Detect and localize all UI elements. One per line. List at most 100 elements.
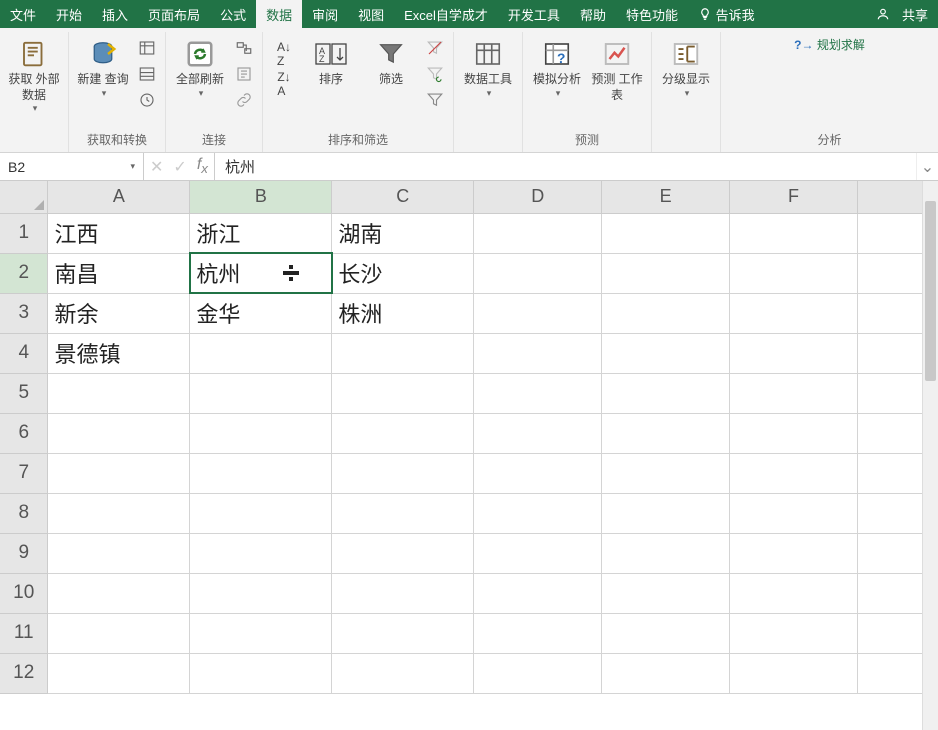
cell-E9[interactable] <box>602 533 730 573</box>
new-query-button[interactable]: 新建 查询 <box>75 36 131 99</box>
cell-B9[interactable] <box>190 533 332 573</box>
menu-tab-review[interactable]: 审阅 <box>302 0 348 28</box>
cell-C5[interactable] <box>332 373 474 413</box>
cell-D5[interactable] <box>474 373 602 413</box>
col-header-A[interactable]: A <box>48 181 190 213</box>
cell-E4[interactable] <box>602 333 730 373</box>
row-header-1[interactable]: 1 <box>0 213 48 253</box>
row-header-12[interactable]: 12 <box>0 653 48 693</box>
row-header-6[interactable]: 6 <box>0 413 48 453</box>
cell-A8[interactable] <box>48 493 190 533</box>
solver-link[interactable]: ?→ 规划求解 <box>794 38 865 52</box>
cell-E12[interactable] <box>602 653 730 693</box>
cell-B8[interactable] <box>190 493 332 533</box>
cell-F6[interactable] <box>730 413 858 453</box>
cell-D8[interactable] <box>474 493 602 533</box>
col-header-E[interactable]: E <box>602 181 730 213</box>
refresh-all-button[interactable]: 全部刷新 <box>172 36 228 99</box>
col-header-D[interactable]: D <box>474 181 602 213</box>
cell-A1[interactable]: 江西 <box>48 213 190 253</box>
worksheet[interactable]: A B C D E F 1 江西 浙江 湖南 2 南昌 <box>0 181 938 730</box>
menu-tab-insert[interactable]: 插入 <box>92 0 138 28</box>
cell-A10[interactable] <box>48 573 190 613</box>
cell-F5[interactable] <box>730 373 858 413</box>
recent-sources-button[interactable] <box>135 88 159 112</box>
cell-B10[interactable] <box>190 573 332 613</box>
row-header-11[interactable]: 11 <box>0 613 48 653</box>
cell-D1[interactable] <box>474 213 602 253</box>
share-button[interactable]: 共享 <box>866 0 938 28</box>
cell-E1[interactable] <box>602 213 730 253</box>
outline-button[interactable]: 分级显示 <box>658 36 714 99</box>
show-queries-button[interactable] <box>135 36 159 60</box>
cell-D11[interactable] <box>474 613 602 653</box>
cell-C9[interactable] <box>332 533 474 573</box>
connections-button[interactable] <box>232 36 256 60</box>
properties-button[interactable] <box>232 62 256 86</box>
col-header-B[interactable]: B <box>190 181 332 213</box>
edit-links-button[interactable] <box>232 88 256 112</box>
scrollbar-thumb[interactable] <box>925 201 936 381</box>
cell-E7[interactable] <box>602 453 730 493</box>
cell-A9[interactable] <box>48 533 190 573</box>
cell-B3[interactable]: 金华 <box>190 293 332 333</box>
row-header-2[interactable]: 2 <box>0 253 48 293</box>
forecast-sheet-button[interactable]: 预测 工作表 <box>589 36 645 103</box>
cell-C1[interactable]: 湖南 <box>332 213 474 253</box>
formula-expand-button[interactable]: ⌄ <box>916 153 938 180</box>
from-table-button[interactable] <box>135 62 159 86</box>
menu-tab-view[interactable]: 视图 <box>348 0 394 28</box>
vertical-scrollbar[interactable] <box>922 181 938 730</box>
name-box-dropdown-icon[interactable]: ▾ <box>130 161 135 172</box>
select-all-corner[interactable] <box>0 181 48 213</box>
sort-button[interactable]: AZ 排序 <box>303 36 359 88</box>
tell-me[interactable]: 告诉我 <box>688 0 765 28</box>
row-header-9[interactable]: 9 <box>0 533 48 573</box>
col-header-F[interactable]: F <box>730 181 858 213</box>
menu-tab-help[interactable]: 帮助 <box>570 0 616 28</box>
cell-C12[interactable] <box>332 653 474 693</box>
cell-F3[interactable] <box>730 293 858 333</box>
cell-C10[interactable] <box>332 573 474 613</box>
cell-C6[interactable] <box>332 413 474 453</box>
cell-C3[interactable]: 株洲 <box>332 293 474 333</box>
cell-D7[interactable] <box>474 453 602 493</box>
insert-function-button[interactable]: fx <box>197 156 208 176</box>
menu-tab-file[interactable]: 文件 <box>0 0 46 28</box>
cell-A6[interactable] <box>48 413 190 453</box>
cell-B1[interactable]: 浙江 <box>190 213 332 253</box>
menu-tab-feature[interactable]: 特色功能 <box>616 0 688 28</box>
menu-tab-home[interactable]: 开始 <box>46 0 92 28</box>
col-header-C[interactable]: C <box>332 181 474 213</box>
cell-B5[interactable] <box>190 373 332 413</box>
cell-F1[interactable] <box>730 213 858 253</box>
cell-D2[interactable] <box>474 253 602 293</box>
filter-advanced-button[interactable] <box>423 88 447 112</box>
row-header-4[interactable]: 4 <box>0 333 48 373</box>
cell-B7[interactable] <box>190 453 332 493</box>
row-header-8[interactable]: 8 <box>0 493 48 533</box>
enter-formula-icon[interactable]: ✓ <box>173 157 186 177</box>
cell-E10[interactable] <box>602 573 730 613</box>
get-external-data-button[interactable]: 获取 外部数据 <box>6 36 62 115</box>
cell-D3[interactable] <box>474 293 602 333</box>
cell-B4[interactable] <box>190 333 332 373</box>
name-box[interactable]: B2 ▾ <box>0 153 144 180</box>
cell-C7[interactable] <box>332 453 474 493</box>
cell-C8[interactable] <box>332 493 474 533</box>
cell-E6[interactable] <box>602 413 730 453</box>
cell-F8[interactable] <box>730 493 858 533</box>
formula-input[interactable]: 杭州 <box>215 153 916 180</box>
filter-reapply-button[interactable] <box>423 62 447 86</box>
menu-tab-developer[interactable]: 开发工具 <box>498 0 570 28</box>
cell-A7[interactable] <box>48 453 190 493</box>
cell-A11[interactable] <box>48 613 190 653</box>
data-tools-button[interactable]: 数据工具 <box>460 36 516 99</box>
cell-B12[interactable] <box>190 653 332 693</box>
cell-C4[interactable] <box>332 333 474 373</box>
cell-E2[interactable] <box>602 253 730 293</box>
cell-D12[interactable] <box>474 653 602 693</box>
cell-B6[interactable] <box>190 413 332 453</box>
row-header-10[interactable]: 10 <box>0 573 48 613</box>
cell-A4[interactable]: 景德镇 <box>48 333 190 373</box>
